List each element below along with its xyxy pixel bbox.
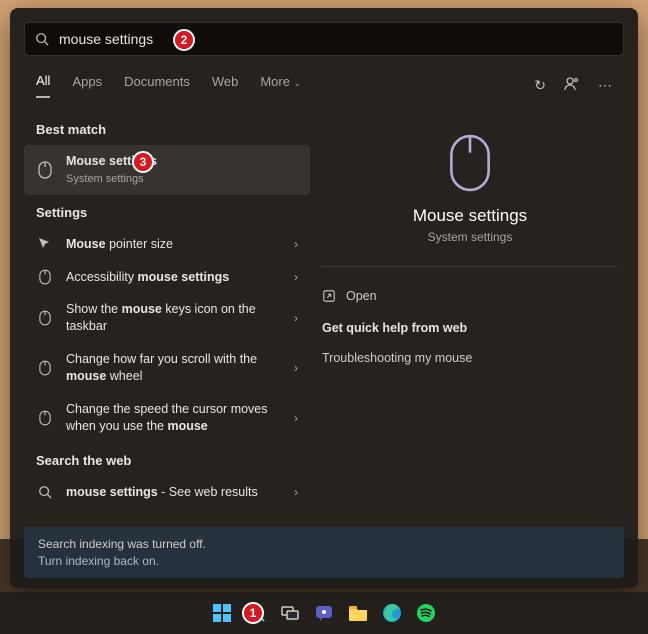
result-mouse-settings[interactable]: Mouse settings System settings 3 (24, 145, 310, 195)
search-bar[interactable]: 2 (24, 22, 624, 56)
result-mouse-keys-icon[interactable]: Show the mouse keys icon on the taskbar … (24, 293, 310, 343)
cursor-icon (36, 236, 54, 252)
indexing-banner[interactable]: Search indexing was turned off. Turn ind… (24, 527, 624, 578)
mouse-icon-large (441, 134, 499, 192)
chevron-right-icon: › (294, 270, 298, 284)
account-icon[interactable] (564, 76, 580, 95)
mouse-icon (36, 161, 54, 179)
banner-line2[interactable]: Turn indexing back on. (38, 554, 610, 568)
edge-icon[interactable] (379, 600, 405, 626)
divider (322, 266, 618, 267)
result-title: Mouse settings (66, 153, 298, 170)
mouse-icon (36, 360, 54, 376)
help-header: Get quick help from web (322, 321, 618, 335)
detail-subtitle: System settings (428, 230, 513, 244)
mouse-icon (36, 310, 54, 326)
file-explorer-icon[interactable] (345, 600, 371, 626)
result-pointer-size[interactable]: Mouse pointer size › (24, 228, 310, 261)
mouse-icon (36, 410, 54, 426)
more-icon[interactable]: ⋯ (598, 77, 612, 94)
banner-line1: Search indexing was turned off. (38, 537, 610, 551)
annotation-2: 2 (173, 29, 195, 51)
mouse-icon (36, 269, 54, 285)
section-best-match: Best match (24, 112, 310, 145)
tab-web[interactable]: Web (212, 74, 239, 97)
tab-all[interactable]: All (36, 73, 50, 98)
refresh-icon[interactable]: ↻ (534, 77, 546, 94)
chevron-right-icon: › (294, 311, 298, 325)
open-action[interactable]: Open (322, 283, 618, 309)
annotation-1: 1 (242, 602, 264, 624)
spotify-icon[interactable] (413, 600, 439, 626)
section-search-web: Search the web (24, 443, 310, 476)
tab-apps[interactable]: Apps (72, 74, 102, 97)
result-subtitle: System settings (66, 172, 298, 187)
chevron-right-icon: › (294, 485, 298, 499)
search-input[interactable] (59, 31, 613, 47)
open-icon (322, 289, 336, 303)
tab-documents[interactable]: Documents (124, 74, 190, 97)
section-settings: Settings (24, 195, 310, 228)
chevron-right-icon: › (294, 237, 298, 251)
search-icon (35, 32, 49, 46)
result-accessibility-mouse[interactable]: Accessibility mouse settings › (24, 261, 310, 294)
detail-column: Mouse settings System settings Open Get … (310, 104, 638, 521)
search-icon (36, 485, 54, 499)
search-panel: 2 All Apps Documents Web More ⌄ ↻ ⋯ Best… (10, 8, 638, 588)
result-cursor-speed[interactable]: Change the speed the cursor moves when y… (24, 393, 310, 443)
chevron-right-icon: › (294, 361, 298, 375)
result-scroll-distance[interactable]: Change how far you scroll with the mouse… (24, 343, 310, 393)
taskbar: 1 (0, 592, 648, 634)
chat-icon[interactable] (311, 600, 337, 626)
help-troubleshoot[interactable]: Troubleshooting my mouse (322, 345, 618, 371)
detail-title: Mouse settings (413, 206, 527, 226)
tabs-row: All Apps Documents Web More ⌄ ↻ ⋯ (10, 66, 638, 104)
result-web-search[interactable]: mouse settings - See web results › (24, 476, 310, 509)
annotation-3: 3 (132, 151, 154, 173)
task-view-icon[interactable] (277, 600, 303, 626)
chevron-right-icon: › (294, 411, 298, 425)
tab-more[interactable]: More ⌄ (260, 74, 301, 97)
start-button[interactable] (209, 600, 235, 626)
results-column: Best match Mouse settings System setting… (10, 104, 310, 521)
